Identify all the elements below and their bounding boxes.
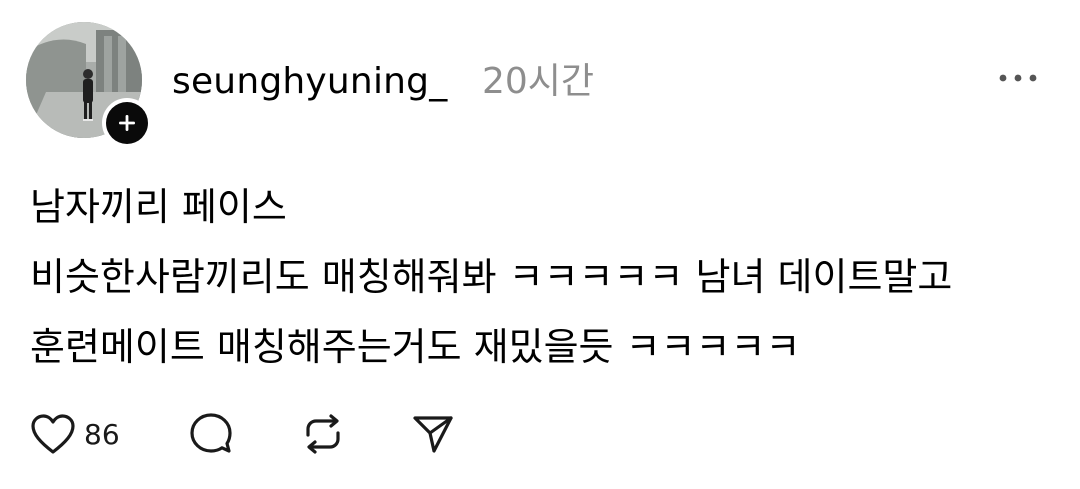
action-bar: 86 — [30, 408, 530, 460]
post-text-line: 훈련메이트 매칭해주는거도 재밌을듯 ㅋㅋㅋㅋㅋ — [30, 325, 801, 369]
follow-badge-inner — [106, 102, 148, 144]
more-options-button[interactable] — [992, 58, 1044, 98]
like-count: 86 — [84, 417, 120, 451]
plus-icon — [119, 115, 135, 131]
avatar-container[interactable] — [26, 22, 152, 148]
heart-icon — [31, 414, 75, 454]
post-text-line: 비슷한사람끼리도 매칭해줘봐 ㅋㅋㅋㅋㅋ 남녀 데이트말고 — [30, 255, 953, 299]
post-text-line: 남자끼리 페이스 — [30, 185, 287, 229]
post-timestamp: 20시간 — [482, 61, 595, 102]
username[interactable]: seunghyuning_ — [172, 58, 447, 106]
more-horizontal-icon — [999, 74, 1037, 82]
comment-icon — [190, 413, 232, 453]
like-button[interactable]: 86 — [30, 408, 120, 460]
post-body: 남자끼리 페이스 비슷한사람끼리도 매칭해줘봐 ㅋㅋㅋㅋㅋ 남녀 데이트말고 훈… — [30, 172, 1050, 382]
repost-icon — [306, 414, 340, 454]
comment-button[interactable] — [188, 408, 234, 460]
repost-button[interactable] — [300, 408, 346, 460]
follow-button[interactable] — [102, 98, 152, 148]
send-icon — [413, 416, 453, 453]
thread-post: seunghyuning_ 20시간 남자끼리 페이스 비슷한사람끼리도 매칭해… — [0, 0, 1080, 489]
share-button[interactable] — [410, 408, 456, 460]
